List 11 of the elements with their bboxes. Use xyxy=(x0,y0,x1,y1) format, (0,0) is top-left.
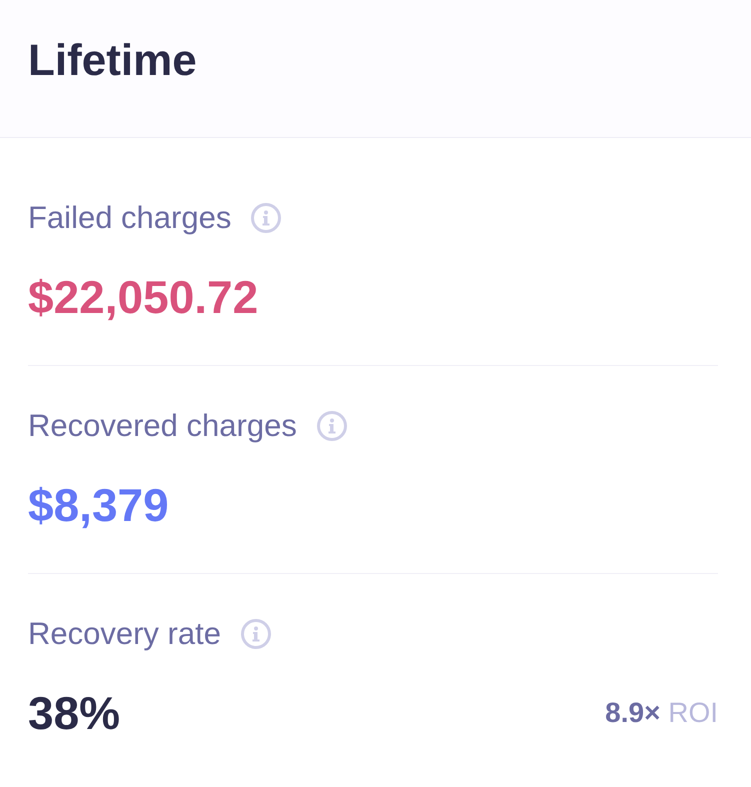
metric-value: $22,050.72 xyxy=(28,270,258,325)
roi-note: 8.9× ROI xyxy=(605,696,718,730)
metric-value: 38% xyxy=(28,686,120,741)
info-icon[interactable] xyxy=(240,619,271,649)
metric-label: Recovered charges xyxy=(28,407,297,445)
metric-value: $8,379 xyxy=(28,478,169,533)
metric-label: Failed charges xyxy=(28,199,232,237)
card-title: Lifetime xyxy=(28,34,197,86)
info-icon[interactable] xyxy=(251,203,282,233)
info-icon[interactable] xyxy=(316,411,347,441)
metric-label: Recovery rate xyxy=(28,615,221,653)
